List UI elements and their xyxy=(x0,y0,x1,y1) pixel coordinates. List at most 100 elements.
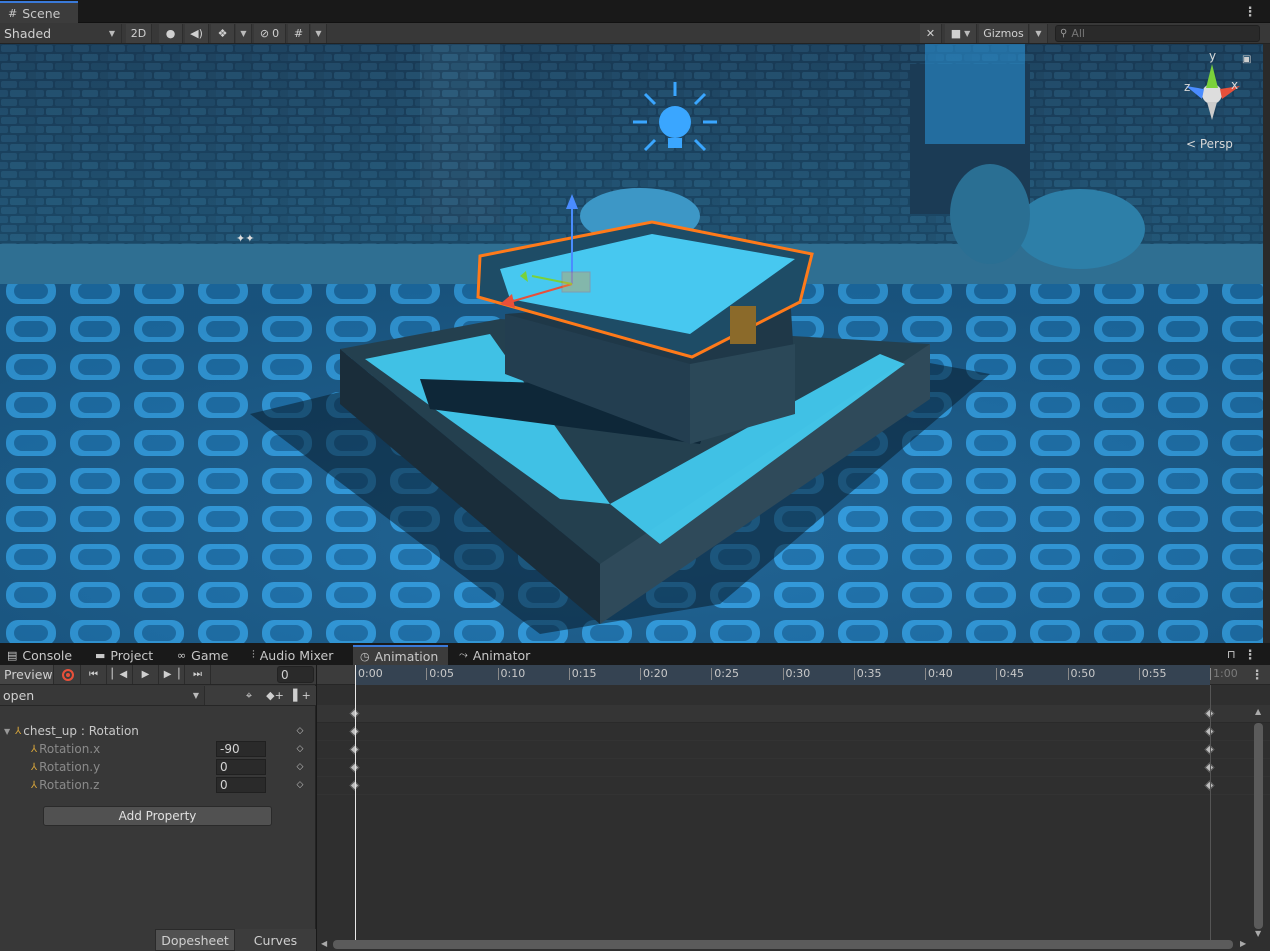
axis-x-label: x xyxy=(1231,78,1239,92)
last-keyframe-button[interactable]: ⏭ xyxy=(185,665,211,684)
projection-toggle[interactable]: < Persp xyxy=(1186,137,1233,151)
track-group xyxy=(317,723,1270,741)
step-forward-icon: ▶▕ xyxy=(163,669,180,680)
tab-animation-label: Animation xyxy=(374,648,439,664)
tick-label: 0:05 xyxy=(426,668,454,680)
grid-toggle-button[interactable]: # xyxy=(288,24,310,43)
track-rotation-y xyxy=(317,759,1270,777)
keyframe-toggle-icon[interactable]: ◇ xyxy=(296,726,304,736)
scroll-left-icon[interactable]: ◀ xyxy=(321,939,327,948)
tab-project[interactable]: ▬ Project xyxy=(88,645,160,665)
tick-label: 0:35 xyxy=(853,668,881,680)
keyframe-toggle-icon[interactable]: ◇ xyxy=(296,780,304,790)
svg-text:✦✦: ✦✦ xyxy=(236,232,254,245)
chevron-down-icon: ▼ xyxy=(1035,29,1042,38)
tab-audio-mixer[interactable]: ⫶ Audio Mixer xyxy=(245,645,340,665)
curves-button[interactable]: Curves xyxy=(235,929,316,951)
tick-label: 0:00 xyxy=(355,668,383,680)
camera-settings-button[interactable]: ■ ▼ xyxy=(945,24,977,43)
eye-slash-icon: ⊘ xyxy=(259,27,270,40)
dopesheet-timeline[interactable]: 0:00 0:05 0:10 0:15 0:20 0:25 0:30 0:35 0:40 0:45… xyxy=(317,665,1270,951)
effects-toggle-button[interactable]: ❖ xyxy=(211,24,235,43)
scene-search[interactable]: ⚲ xyxy=(1055,25,1260,42)
horizontal-scroll-thumb[interactable] xyxy=(333,940,1233,949)
vertical-scroll-thumb[interactable] xyxy=(1254,723,1263,929)
clip-name: open xyxy=(3,688,35,703)
next-keyframe-button[interactable]: ▶▕ xyxy=(159,665,185,684)
add-event-button[interactable]: ▌+ xyxy=(289,686,315,705)
rotation-z-field[interactable] xyxy=(216,777,266,793)
property-row[interactable]: ⅄ Rotation.y ◇ xyxy=(0,758,316,776)
gizmos-label: Gizmos xyxy=(983,27,1024,40)
rotation-y-field[interactable] xyxy=(216,759,266,775)
gizmos-dropdown[interactable]: ▼ xyxy=(1030,24,1048,43)
first-keyframe-button[interactable]: ⏮ xyxy=(81,665,107,684)
hidden-objects-toggle[interactable]: ⊘ 0 xyxy=(254,24,286,43)
tab-project-label: Project xyxy=(110,647,154,663)
scene-toolbar: Shaded ▼ 2D ● ◀) ❖ ▼ ⊘ 0 # ▼ ✕ ■ ▼ Gizmo… xyxy=(0,23,1270,44)
effects-dropdown[interactable]: ▼ xyxy=(236,24,252,43)
tools-button[interactable]: ✕ xyxy=(920,24,942,43)
tab-game[interactable]: ∞ Game xyxy=(170,645,235,665)
skip-end-icon: ⏭ xyxy=(193,669,202,680)
add-keyframe-button[interactable]: ◆+ xyxy=(262,686,288,705)
scene-tabbar: # Scene ⋮ xyxy=(0,0,1270,23)
lighting-toggle-button[interactable]: ● xyxy=(159,24,183,43)
animation-menu-icon[interactable]: ⋮ xyxy=(1243,647,1257,663)
transform-axes-icon: ⅄ xyxy=(15,725,22,737)
property-label: Rotation.z xyxy=(39,778,100,792)
property-group-label: chest_up : Rotation xyxy=(23,724,139,738)
tab-animator-label: Animator xyxy=(472,647,531,663)
horizontal-scrollbar[interactable]: ◀ ▶ xyxy=(317,937,1270,951)
speaker-icon: ◀) xyxy=(190,27,203,40)
prev-keyframe-button[interactable]: ▏◀ xyxy=(107,665,133,684)
lock-icon[interactable]: ⊓ xyxy=(1227,648,1236,661)
preview-toggle[interactable]: Preview xyxy=(0,665,54,684)
console-icon: ▤ xyxy=(7,648,18,662)
gizmos-button[interactable]: Gizmos xyxy=(979,24,1029,43)
timeline-menu-icon[interactable]: ⋮ xyxy=(1250,667,1264,683)
summary-track xyxy=(317,705,1270,723)
property-group-row[interactable]: ▼ ⅄ chest_up : Rotation ◇ xyxy=(0,722,316,740)
frame-field[interactable]: 0 xyxy=(277,666,314,683)
scroll-right-icon[interactable]: ▶ xyxy=(1240,939,1246,948)
shading-mode-label: Shaded xyxy=(4,26,52,41)
scene-search-input[interactable] xyxy=(1071,27,1252,40)
chevron-down-icon: ▼ xyxy=(108,29,115,38)
tab-scene[interactable]: # Scene xyxy=(0,1,78,23)
keyframe-toggle-icon[interactable]: ◇ xyxy=(296,744,304,754)
scene-viewport[interactable]: ✦✦ y x z < Persp ▣ xyxy=(0,44,1263,643)
tab-animator[interactable]: ⤳ Animator xyxy=(452,645,537,665)
dopesheet-button[interactable]: Dopesheet xyxy=(155,929,235,951)
filter-selection-button[interactable]: ⌖ xyxy=(236,686,262,705)
tab-console-label: Console xyxy=(22,647,73,663)
property-label-wrap: ⅄ Rotation.z xyxy=(31,778,99,792)
toggle-2d-button[interactable]: 2D xyxy=(126,24,152,43)
transform-axes-icon: ⅄ xyxy=(31,761,38,773)
scroll-up-icon[interactable]: ▲ xyxy=(1255,707,1261,716)
audio-toggle-button[interactable]: ◀) xyxy=(185,24,209,43)
expand-triangle-icon[interactable]: ▼ xyxy=(4,727,10,736)
rotation-x-field[interactable] xyxy=(216,741,266,757)
time-ruler[interactable]: 0:00 0:05 0:10 0:15 0:20 0:25 0:30 0:35 0:40 0:45… xyxy=(317,665,1270,685)
tick-label: 0:50 xyxy=(1067,668,1095,680)
clip-dropdown[interactable]: open ▼ xyxy=(0,686,205,705)
record-button[interactable] xyxy=(55,665,81,684)
play-button[interactable]: ▶ xyxy=(133,665,159,684)
tab-animation[interactable]: ◷ Animation xyxy=(353,645,448,665)
property-row[interactable]: ⅄ Rotation.z ◇ xyxy=(0,776,316,794)
vertical-scrollbar[interactable]: ▲ ▼ xyxy=(1253,705,1265,938)
playhead[interactable] xyxy=(355,665,356,940)
scene-menu-icon[interactable]: ⋮ xyxy=(1243,4,1257,20)
keyframe-toggle-icon[interactable]: ◇ xyxy=(296,762,304,772)
tick-label: 1:00 xyxy=(1210,668,1238,680)
add-property-button[interactable]: Add Property xyxy=(43,806,272,826)
chevron-down-icon: ▼ xyxy=(315,29,322,38)
tab-console[interactable]: ▤ Console xyxy=(0,645,79,665)
grid-dropdown[interactable]: ▼ xyxy=(311,24,327,43)
lock-icon[interactable]: ▣ xyxy=(1242,54,1251,65)
folder-icon: ▬ xyxy=(95,648,106,662)
shading-mode-dropdown[interactable]: Shaded ▼ xyxy=(0,24,122,43)
transform-axes-icon: ⅄ xyxy=(31,743,38,755)
property-row[interactable]: ⅄ Rotation.x ◇ xyxy=(0,740,316,758)
